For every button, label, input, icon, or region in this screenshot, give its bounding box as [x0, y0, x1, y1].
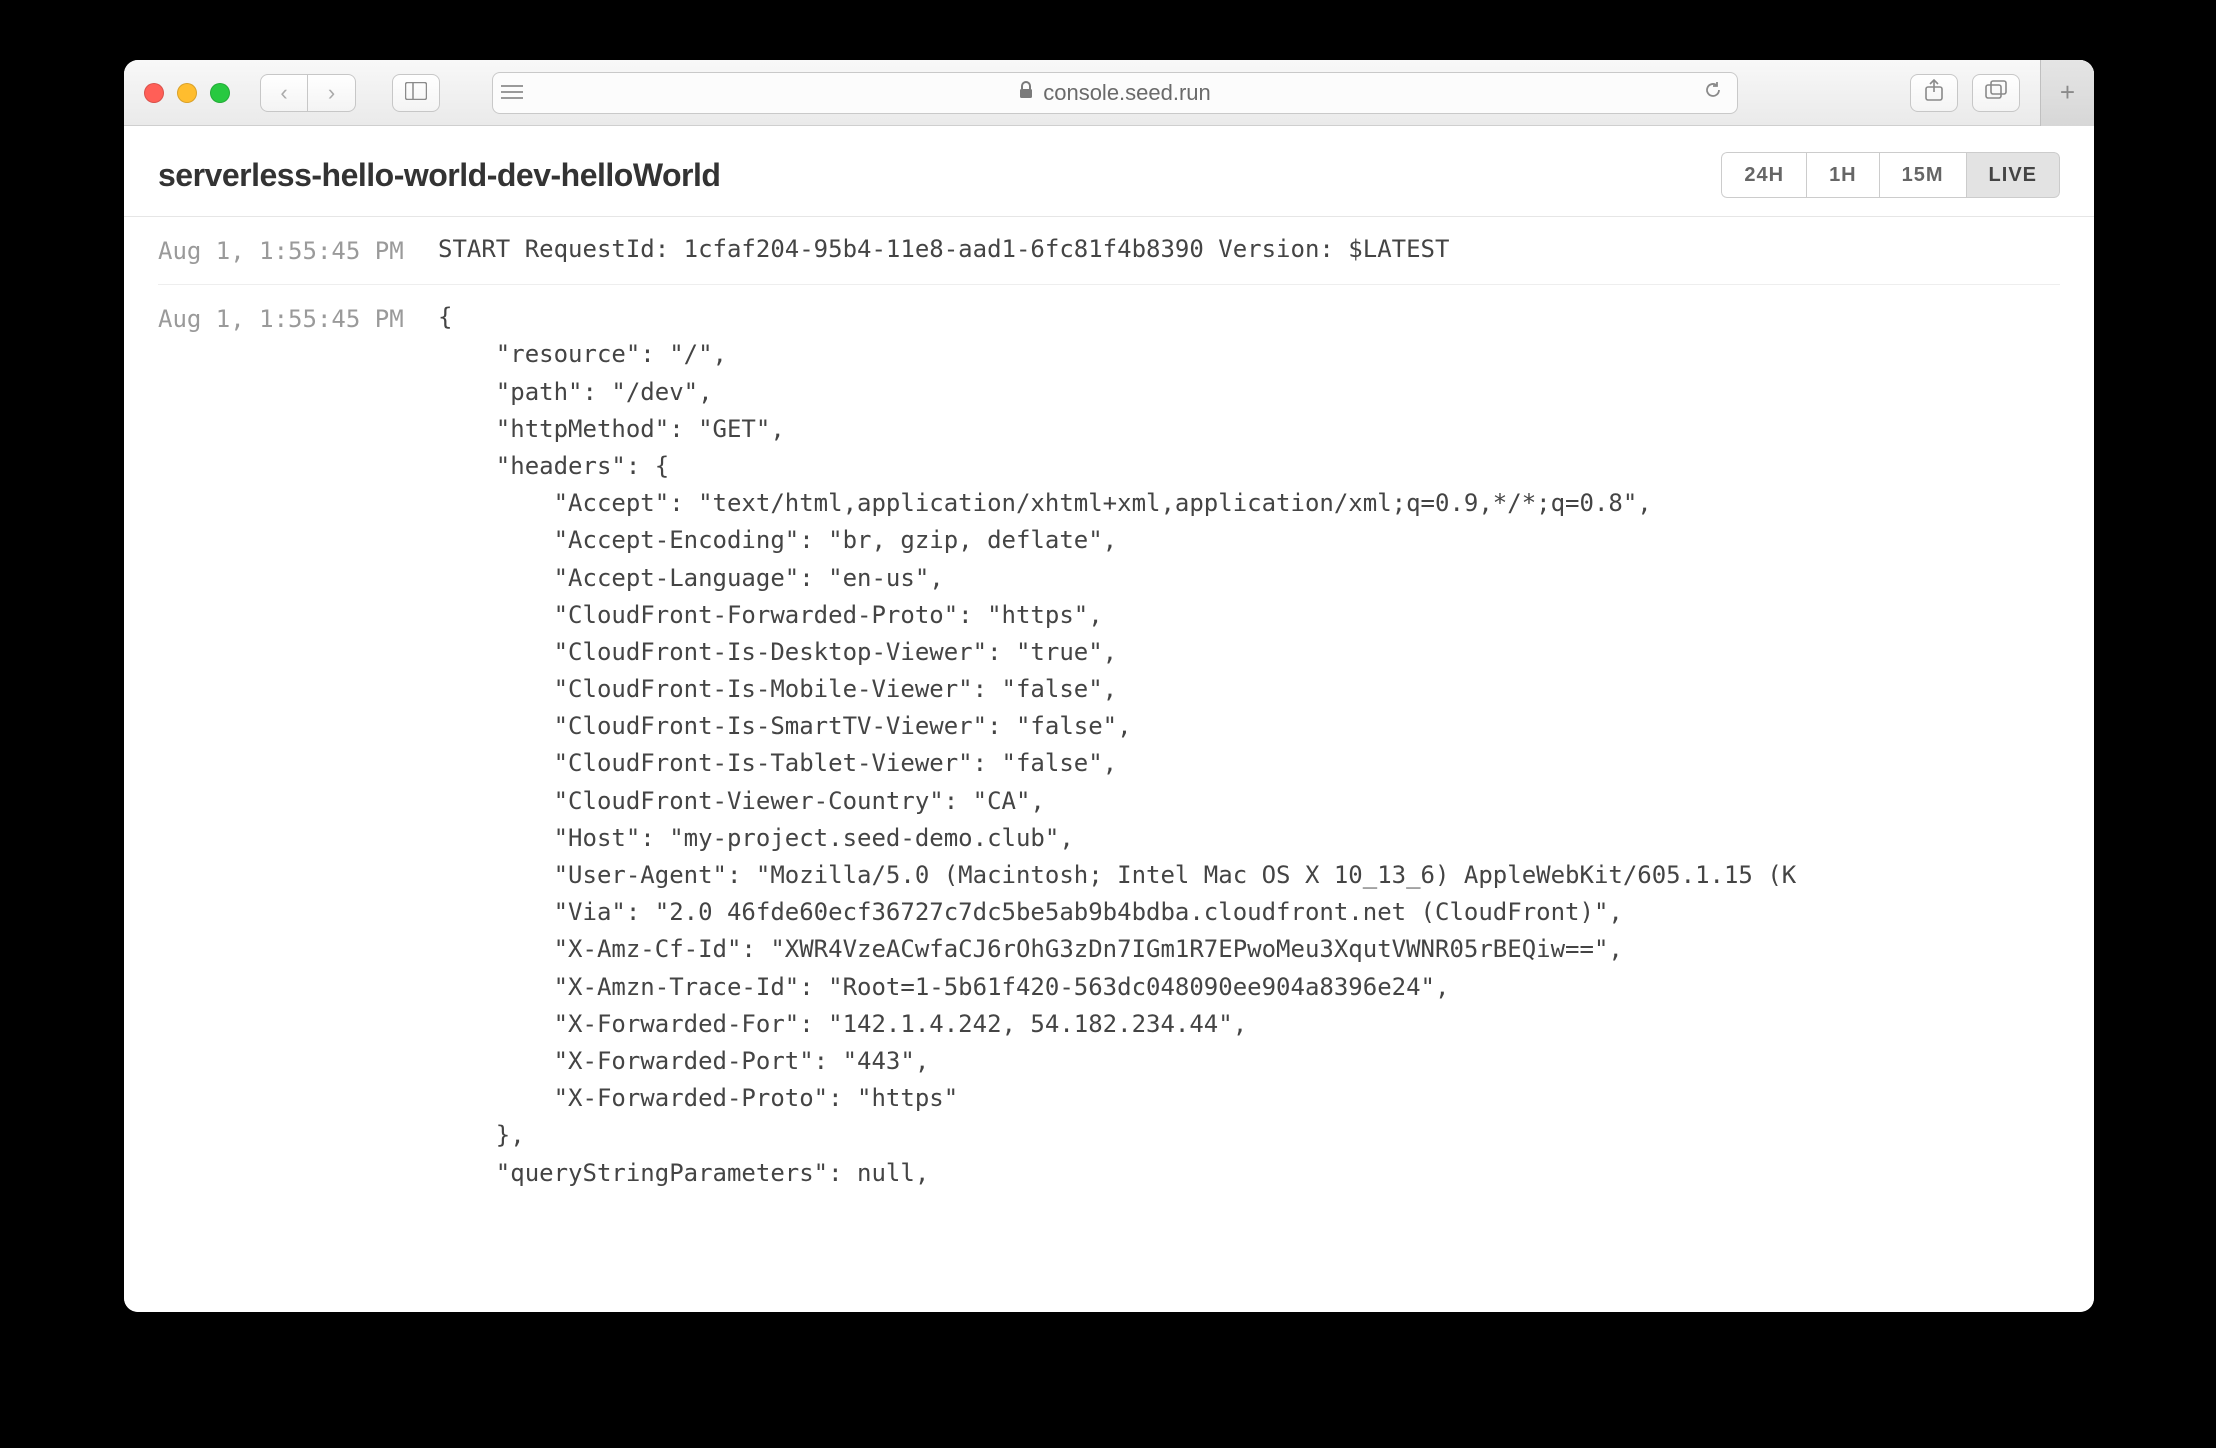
log-message: START RequestId: 1cfaf204-95b4-11e8-aad1… — [438, 231, 2060, 270]
new-tab-button[interactable]: + — [2040, 60, 2094, 126]
time-filter-1h[interactable]: 1H — [1806, 152, 1879, 198]
reload-button[interactable] — [1703, 80, 1723, 106]
zoom-window-button[interactable] — [210, 83, 230, 103]
time-filter-15m[interactable]: 15M — [1879, 152, 1966, 198]
log-timestamp: Aug 1, 1:55:45 PM — [158, 231, 438, 270]
browser-window: ‹ › console.seed.run — [124, 60, 2094, 1312]
lock-icon — [1019, 81, 1033, 104]
reader-icon[interactable] — [501, 80, 523, 106]
nav-buttons: ‹ › — [260, 74, 356, 112]
chevron-right-icon: › — [328, 80, 335, 106]
forward-button[interactable]: › — [308, 74, 356, 112]
titlebar: ‹ › console.seed.run — [124, 60, 2094, 126]
window-controls — [144, 83, 230, 103]
time-filter: 24H1H15MLIVE — [1721, 152, 2060, 198]
sidebar-icon — [405, 80, 427, 106]
plus-icon: + — [2060, 77, 2075, 108]
right-toolbar: + — [1910, 60, 2080, 126]
close-window-button[interactable] — [144, 83, 164, 103]
log-timestamp: Aug 1, 1:55:45 PM — [158, 299, 438, 1192]
share-icon — [1925, 79, 1943, 107]
time-filter-24h[interactable]: 24H — [1721, 152, 1806, 198]
sidebar-toggle-button[interactable] — [392, 74, 440, 112]
page-content: serverless-hello-world-dev-helloWorld 24… — [124, 126, 2094, 1312]
chevron-left-icon: ‹ — [280, 80, 287, 106]
log-message: { "resource": "/", "path": "/dev", "http… — [438, 299, 2060, 1192]
address-bar[interactable]: console.seed.run — [492, 72, 1738, 114]
page-header: serverless-hello-world-dev-helloWorld 24… — [124, 126, 2094, 217]
log-row: Aug 1, 1:55:45 PM{ "resource": "/", "pat… — [158, 285, 2060, 1206]
back-button[interactable]: ‹ — [260, 74, 308, 112]
url-host: console.seed.run — [1043, 80, 1211, 106]
share-button[interactable] — [1910, 74, 1958, 112]
log-row: Aug 1, 1:55:45 PMSTART RequestId: 1cfaf2… — [158, 217, 2060, 285]
log-list: Aug 1, 1:55:45 PMSTART RequestId: 1cfaf2… — [124, 217, 2094, 1206]
tabs-icon — [1985, 80, 2007, 106]
tabs-button[interactable] — [1972, 74, 2020, 112]
minimize-window-button[interactable] — [177, 83, 197, 103]
time-filter-live[interactable]: LIVE — [1966, 152, 2060, 198]
page-title: serverless-hello-world-dev-helloWorld — [158, 157, 720, 194]
